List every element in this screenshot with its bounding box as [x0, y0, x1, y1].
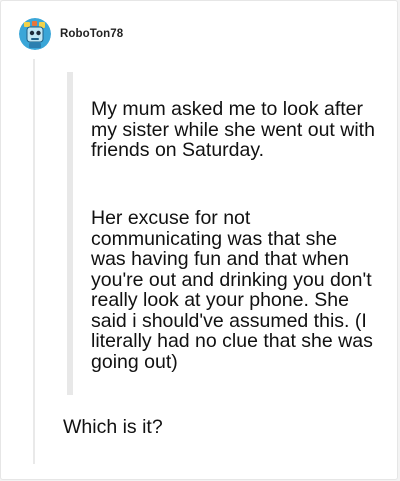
quote-paragraph-1: My mum asked me to look after my sister … [91, 98, 375, 161]
quote-paragraph-2: Her excuse for not communicating was tha… [91, 207, 373, 373]
author-username[interactable]: RoboTon78 [60, 28, 123, 40]
quote-bar [67, 72, 73, 395]
post-card: RoboTon78 My mum asked me to look after … [0, 0, 398, 480]
robot-avatar-icon[interactable] [19, 18, 51, 50]
reply-text: Which is it? [63, 416, 163, 438]
post-header: RoboTon78 [19, 16, 123, 52]
thread-line [33, 59, 35, 464]
